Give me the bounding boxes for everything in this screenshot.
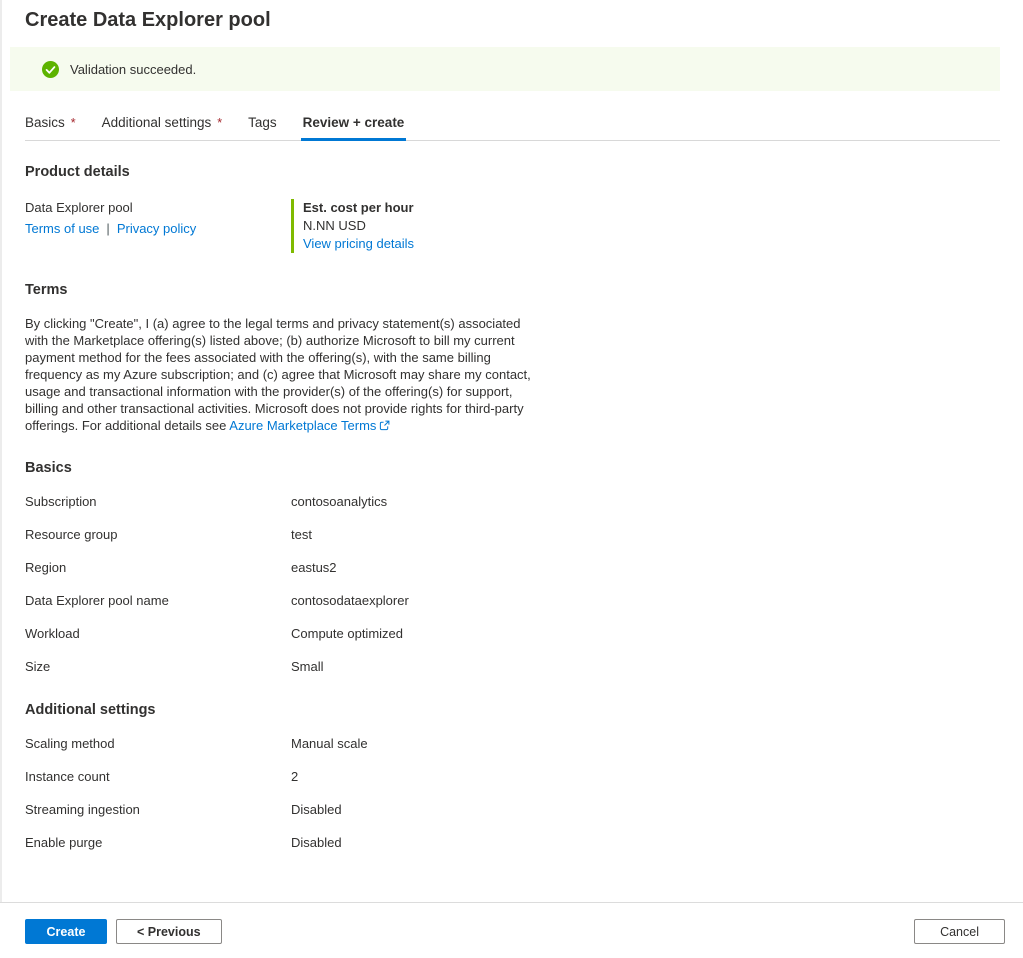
table-row: Size Small	[25, 650, 1023, 683]
additional-settings-heading: Additional settings	[25, 701, 1023, 719]
row-label: Instance count	[25, 769, 291, 784]
success-check-icon	[42, 61, 59, 78]
privacy-policy-link[interactable]: Privacy policy	[117, 221, 196, 236]
row-label: Data Explorer pool name	[25, 593, 291, 608]
row-value: contosodataexplorer	[291, 593, 409, 608]
terms-body: By clicking "Create", I (a) agree to the…	[25, 316, 531, 433]
est-cost-value: N.NN USD	[303, 217, 414, 235]
external-link-icon	[379, 420, 390, 431]
tab-tags[interactable]: Tags	[248, 115, 277, 140]
table-row: Data Explorer pool name contosodataexplo…	[25, 584, 1023, 617]
row-value: contosoanalytics	[291, 494, 387, 509]
row-label: Workload	[25, 626, 291, 641]
azure-marketplace-terms-link[interactable]: Azure Marketplace Terms	[229, 418, 390, 433]
row-label: Streaming ingestion	[25, 802, 291, 817]
table-row: Enable purge Disabled	[25, 826, 1023, 859]
additional-settings-rows: Scaling method Manual scale Instance cou…	[25, 727, 1023, 859]
tab-review-create[interactable]: Review + create	[303, 115, 405, 140]
table-row: Subscription contosoanalytics	[25, 485, 1023, 518]
previous-button[interactable]: < Previous	[116, 919, 222, 944]
product-name: Data Explorer pool	[25, 199, 291, 217]
validation-banner: Validation succeeded.	[10, 47, 1000, 91]
create-button[interactable]: Create	[25, 919, 107, 944]
row-label: Enable purge	[25, 835, 291, 850]
required-asterisk: *	[217, 116, 222, 130]
product-info: Data Explorer pool Terms of use | Privacy …	[25, 199, 291, 253]
basics-heading: Basics	[25, 459, 1023, 477]
table-row: Instance count 2	[25, 760, 1023, 793]
estimated-cost-block: Est. cost per hour N.NN USD View pricing…	[291, 199, 414, 253]
tab-label: Tags	[248, 115, 277, 130]
product-links: Terms of use | Privacy policy	[25, 220, 291, 238]
tab-additional-settings[interactable]: Additional settings *	[102, 115, 222, 140]
row-label: Scaling method	[25, 736, 291, 751]
terms-paragraph: By clicking "Create", I (a) agree to the…	[25, 315, 543, 434]
page-title: Create Data Explorer pool	[25, 6, 1023, 34]
product-details-block: Data Explorer pool Terms of use | Privacy …	[25, 199, 1023, 253]
row-value: Small	[291, 659, 324, 674]
terms-of-use-link[interactable]: Terms of use	[25, 221, 99, 236]
required-asterisk: *	[71, 116, 76, 130]
table-row: Scaling method Manual scale	[25, 727, 1023, 760]
row-label: Size	[25, 659, 291, 674]
table-row: Streaming ingestion Disabled	[25, 793, 1023, 826]
panel-left-edge	[0, 0, 2, 958]
table-row: Region eastus2	[25, 551, 1023, 584]
validation-message: Validation succeeded.	[70, 62, 196, 77]
terms-heading: Terms	[25, 281, 1023, 299]
row-value: Manual scale	[291, 736, 368, 751]
tab-label: Review + create	[303, 115, 405, 130]
link-separator: |	[106, 221, 109, 236]
table-row: Workload Compute optimized	[25, 617, 1023, 650]
footer-action-bar: Create < Previous Cancel	[0, 902, 1023, 958]
est-cost-label: Est. cost per hour	[303, 199, 414, 217]
row-label: Region	[25, 560, 291, 575]
row-label: Resource group	[25, 527, 291, 542]
row-value: 2	[291, 769, 298, 784]
row-value: test	[291, 527, 312, 542]
row-value: Disabled	[291, 802, 342, 817]
tab-basics[interactable]: Basics *	[25, 115, 76, 140]
row-label: Subscription	[25, 494, 291, 509]
basics-rows: Subscription contosoanalytics Resource g…	[25, 485, 1023, 683]
row-value: eastus2	[291, 560, 337, 575]
row-value: Compute optimized	[291, 626, 403, 641]
row-value: Disabled	[291, 835, 342, 850]
cancel-button[interactable]: Cancel	[914, 919, 1005, 944]
tab-bar: Basics * Additional settings * Tags Review…	[25, 115, 1000, 141]
product-details-heading: Product details	[25, 163, 1023, 181]
view-pricing-details-link[interactable]: View pricing details	[303, 236, 414, 251]
create-data-explorer-pool-panel: Create Data Explorer pool Validation suc…	[0, 0, 1023, 958]
tab-label: Basics	[25, 115, 65, 130]
tab-label: Additional settings	[102, 115, 212, 130]
table-row: Resource group test	[25, 518, 1023, 551]
